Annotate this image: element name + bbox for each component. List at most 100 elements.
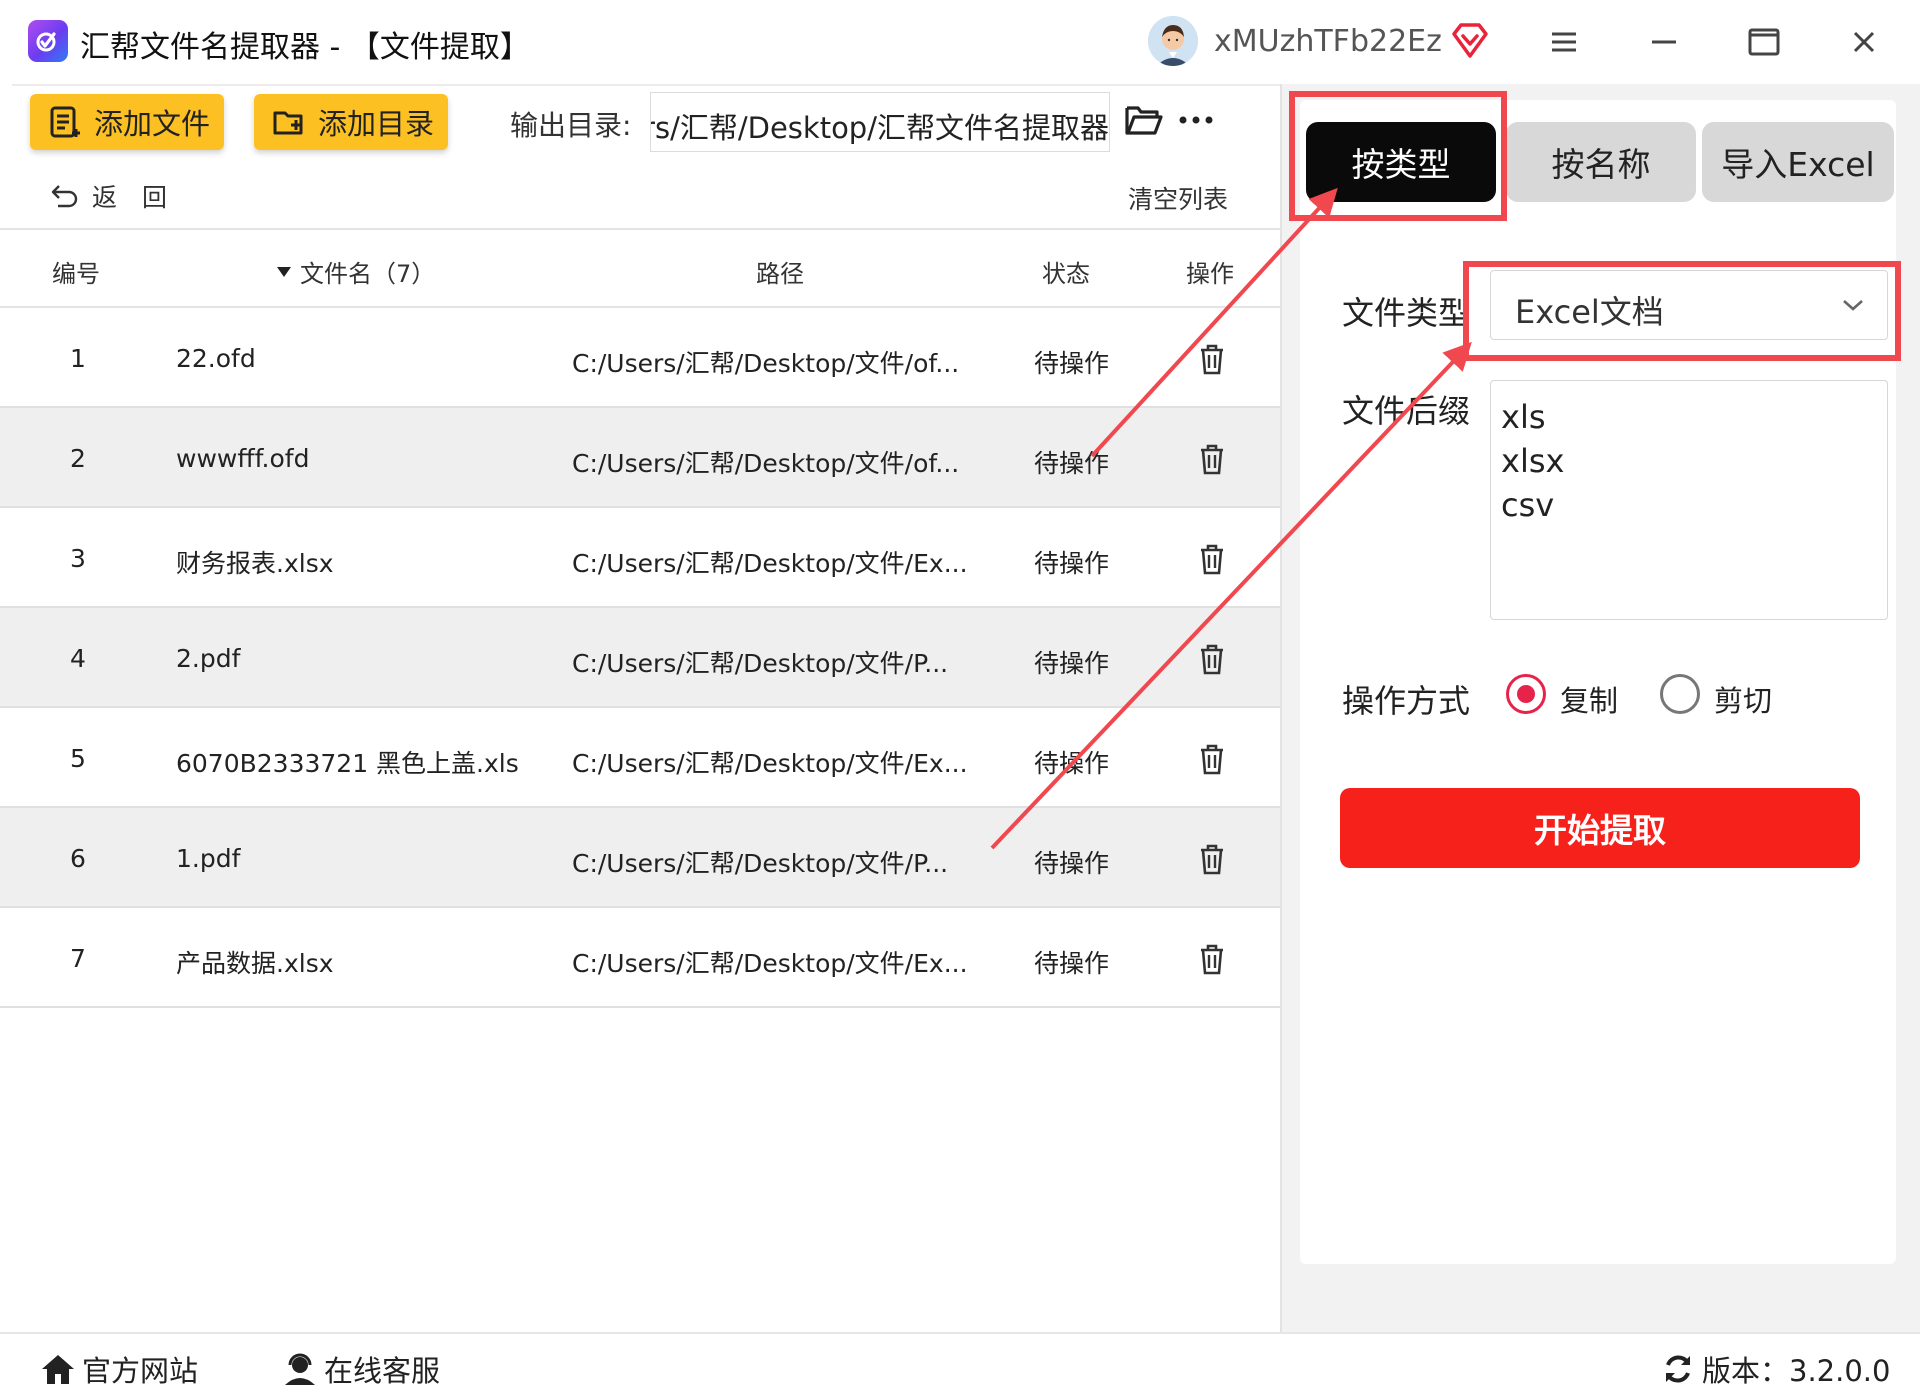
home-icon [42, 1355, 74, 1384]
cell-filename: wwwfff.ofd [176, 444, 310, 473]
table-row[interactable]: 4 2.pdf C:/Users/汇帮/Desktop/文件/P... 待操作 [0, 608, 1280, 708]
tab-import-excel[interactable]: 导入Excel [1702, 122, 1894, 202]
extension-line: xls [1501, 398, 1546, 436]
delete-trash-icon[interactable] [1196, 542, 1228, 582]
maximize-icon[interactable] [1744, 22, 1784, 62]
cell-number: 3 [70, 544, 86, 573]
delete-trash-icon[interactable] [1196, 842, 1228, 882]
cell-number: 1 [70, 344, 86, 373]
header-operation: 操作 [1186, 260, 1234, 288]
browse-folder-icon[interactable] [1124, 102, 1164, 142]
cell-path: C:/Users/汇帮/Desktop/文件/of... [572, 449, 960, 478]
sort-desc-icon[interactable] [276, 266, 292, 278]
minimize-icon[interactable] [1644, 22, 1684, 62]
user-avatar[interactable] [1148, 16, 1198, 66]
extension-label: 文件后缀 [1342, 392, 1471, 430]
version-label: 版本：3.2.0.0 [1702, 1354, 1891, 1388]
cell-number: 7 [70, 944, 86, 973]
cut-radio[interactable] [1660, 674, 1700, 714]
table-row[interactable]: 6 1.pdf C:/Users/汇帮/Desktop/文件/P... 待操作 [0, 808, 1280, 908]
cell-status: 待操作 [1034, 949, 1110, 978]
online-service-label: 在线客服 [324, 1354, 441, 1388]
header-number: 编号 [52, 260, 100, 288]
cut-radio-label[interactable]: 剪切 [1714, 678, 1772, 720]
username[interactable]: xMUzhTFb22Ez [1214, 24, 1442, 59]
copy-radio[interactable] [1506, 674, 1546, 714]
menu-icon[interactable] [1544, 22, 1584, 62]
cell-filename: 6070B2333721 黑色上盖.xls [176, 749, 519, 778]
add-file-button[interactable]: 添加文件 [30, 94, 224, 150]
cell-status: 待操作 [1034, 349, 1110, 378]
official-site-link[interactable]: 官方网站 [40, 1348, 198, 1390]
cell-path: C:/Users/汇帮/Desktop/文件/P... [572, 649, 949, 678]
more-options-icon[interactable] [1178, 110, 1214, 129]
window-title: 汇帮文件名提取器 - 【文件提取】 [80, 30, 530, 65]
file-type-select[interactable]: Excel文档 [1490, 270, 1888, 340]
header-status: 状态 [1042, 260, 1090, 288]
file-type-label: 文件类型 [1342, 294, 1471, 332]
cell-path: C:/Users/汇帮/Desktop/文件/Ex... [572, 549, 968, 578]
cell-path: C:/Users/汇帮/Desktop/文件/Ex... [572, 749, 968, 778]
extension-line: xlsx [1501, 442, 1565, 480]
extension-textarea[interactable]: xls xlsx csv [1490, 380, 1888, 620]
online-service-link[interactable]: 在线客服 [282, 1348, 440, 1390]
cell-filename: 产品数据.xlsx [176, 949, 334, 978]
table-row[interactable]: 3 财务报表.xlsx C:/Users/汇帮/Desktop/文件/Ex... 待操… [0, 508, 1280, 608]
cell-status: 待操作 [1034, 849, 1110, 878]
cell-status: 待操作 [1034, 749, 1110, 778]
cell-filename: 财务报表.xlsx [176, 549, 334, 578]
back-arrow-icon [51, 185, 78, 208]
clear-list-button[interactable]: 清空列表 [1128, 180, 1228, 216]
customer-service-icon [285, 1353, 315, 1385]
delete-trash-icon[interactable] [1196, 342, 1228, 382]
divider [12, 84, 1280, 86]
chevron-down-icon [1843, 300, 1863, 311]
delete-trash-icon[interactable] [1196, 742, 1228, 782]
cell-filename: 2.pdf [176, 644, 241, 673]
table-row[interactable]: 1 22.ofd C:/Users/汇帮/Desktop/文件/of... 待操作 [0, 308, 1280, 408]
operation-mode-label: 操作方式 [1342, 682, 1471, 720]
version-info[interactable]: 版本：3.2.0.0 [1660, 1348, 1890, 1390]
back-button[interactable]: 返 回 [50, 178, 167, 214]
cell-number: 4 [70, 644, 86, 673]
delete-trash-icon[interactable] [1196, 942, 1228, 982]
delete-trash-icon[interactable] [1196, 442, 1228, 482]
add-file-icon [50, 106, 80, 138]
header-filename[interactable]: 文件名（7） [300, 254, 435, 289]
tab-by-type[interactable]: 按类型 [1306, 122, 1496, 202]
cell-status: 待操作 [1034, 449, 1110, 478]
tab-by-name[interactable]: 按名称 [1506, 122, 1696, 202]
output-dir-value: C:/Users/汇帮/Desktop/汇帮文件名提取器 [651, 111, 1109, 145]
cell-number: 6 [70, 844, 86, 873]
add-file-label: 添加文件 [94, 107, 211, 141]
footer: 官方网站 在线客服 版本：3.2.0.0 [0, 1332, 1920, 1400]
copy-radio-label[interactable]: 复制 [1560, 678, 1618, 720]
table-header: 编号 文件名（7） 路径 状态 操作 [0, 228, 1280, 308]
cell-status: 待操作 [1034, 549, 1110, 578]
official-site-label: 官方网站 [82, 1354, 199, 1388]
extension-line: csv [1501, 486, 1555, 524]
output-dir-field[interactable]: C:/Users/汇帮/Desktop/汇帮文件名提取器 [650, 92, 1110, 152]
title-bar: 汇帮文件名提取器 - 【文件提取】 xMUzhTFb22Ez [0, 0, 1920, 84]
close-icon[interactable] [1844, 22, 1884, 62]
cell-path: C:/Users/汇帮/Desktop/文件/Ex... [572, 949, 968, 978]
add-directory-label: 添加目录 [318, 107, 435, 141]
output-dir-label: 输出目录: [510, 109, 632, 142]
refresh-icon [1666, 1355, 1690, 1383]
table-row[interactable]: 7 产品数据.xlsx C:/Users/汇帮/Desktop/文件/Ex... 待操… [0, 908, 1280, 1008]
cell-filename: 22.ofd [176, 344, 256, 373]
add-directory-button[interactable]: 添加目录 [254, 94, 448, 150]
header-path: 路径 [756, 260, 804, 288]
delete-trash-icon[interactable] [1196, 642, 1228, 682]
table-row[interactable]: 2 wwwfff.ofd C:/Users/汇帮/Desktop/文件/of... 待… [0, 408, 1280, 508]
cell-number: 5 [70, 744, 86, 773]
vip-diamond-icon[interactable] [1450, 20, 1490, 64]
cell-status: 待操作 [1034, 649, 1110, 678]
cell-number: 2 [70, 444, 86, 473]
cell-path: C:/Users/汇帮/Desktop/文件/of... [572, 349, 960, 378]
cell-filename: 1.pdf [176, 844, 241, 873]
back-label: 返 回 [92, 183, 168, 212]
add-folder-icon [273, 111, 303, 135]
start-extract-button[interactable]: 开始提取 [1340, 788, 1860, 868]
table-row[interactable]: 5 6070B2333721 黑色上盖.xls C:/Users/汇帮/Deskto… [0, 708, 1280, 808]
